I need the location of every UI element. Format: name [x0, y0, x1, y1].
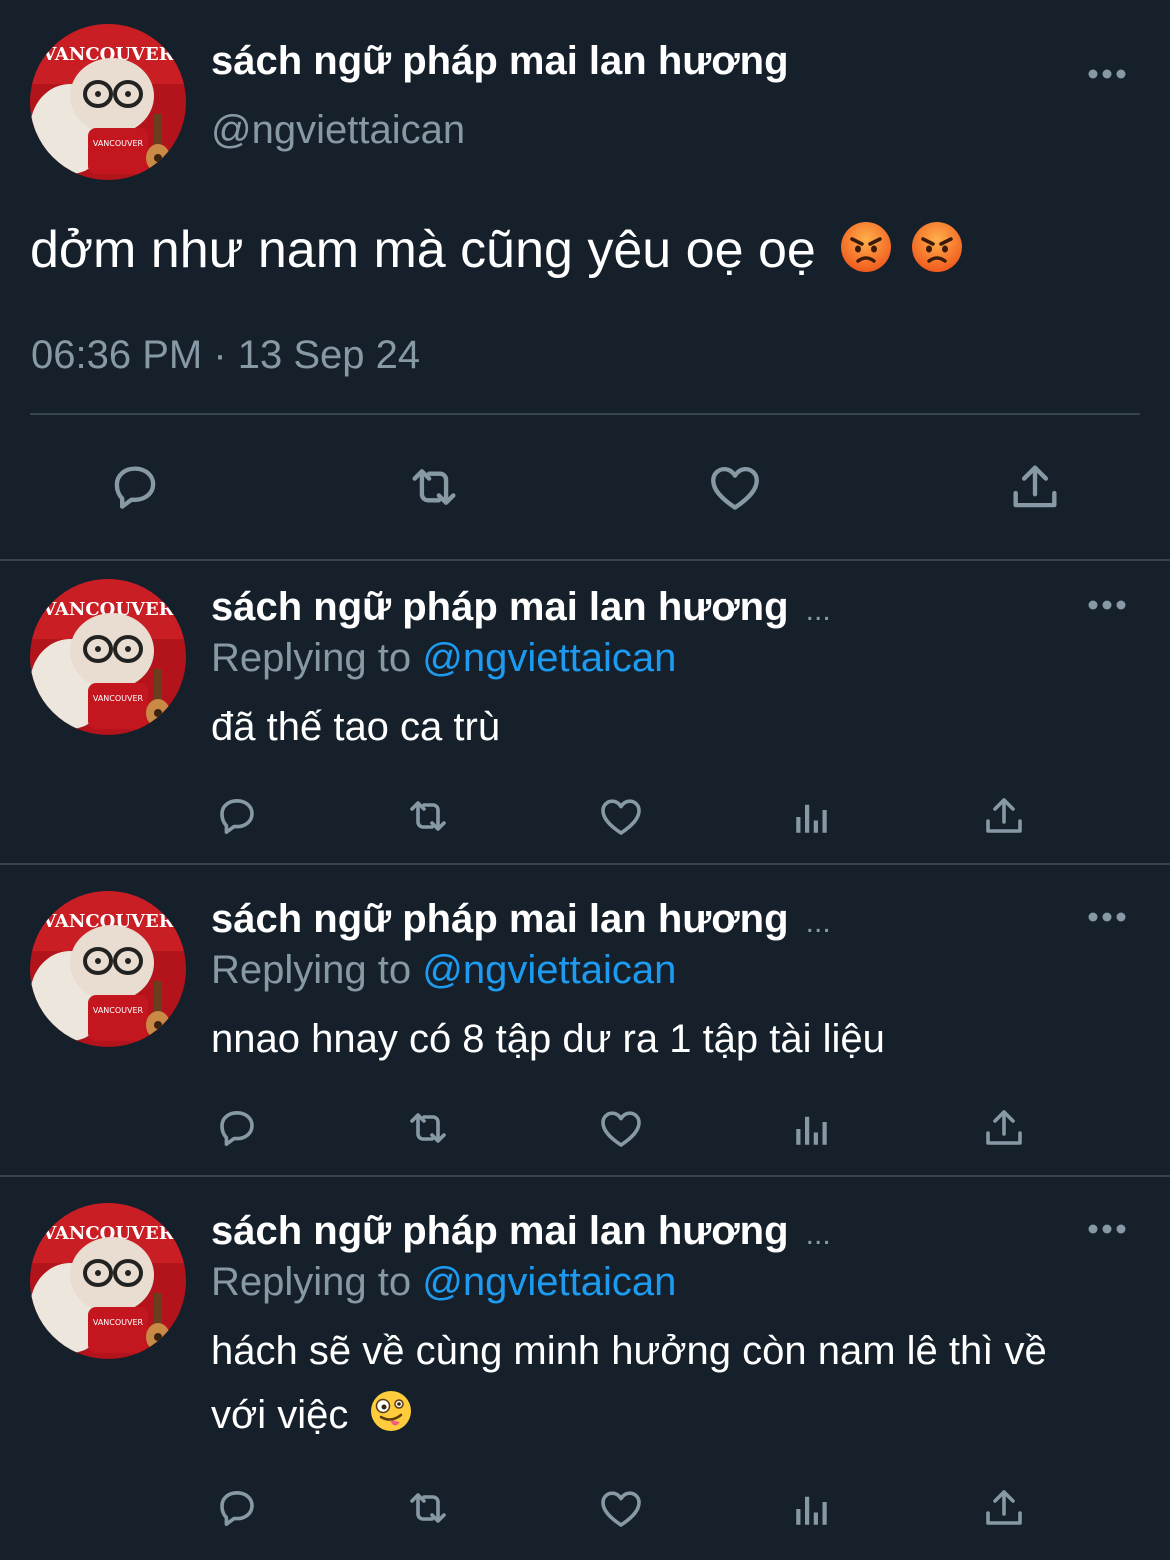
share-icon[interactable] — [980, 1104, 1028, 1152]
reply-icon[interactable] — [213, 1104, 261, 1152]
svg-text:VANCOUVER: VANCOUVER — [93, 694, 144, 703]
svg-text:VANCOUVER: VANCOUVER — [93, 1318, 144, 1327]
svg-text:VANCOUVER: VANCOUVER — [93, 1006, 144, 1015]
retweet-icon[interactable] — [400, 1484, 456, 1532]
replying-to: Replying to @ngviettaican — [211, 1258, 676, 1306]
avatar[interactable]: VANCOUVER VANCOUVER — [30, 24, 186, 180]
more-options-icon[interactable] — [1087, 911, 1127, 923]
display-name[interactable]: sách ngữ pháp mai lan hương — [211, 1209, 789, 1253]
replying-to-handle[interactable]: @ngviettaican — [422, 636, 676, 680]
reply-text-line: với việc — [211, 1390, 412, 1444]
replying-to: Replying to @ngviettaican — [211, 634, 676, 682]
like-icon[interactable] — [596, 1484, 646, 1532]
reply-header: sách ngữ pháp mai lan hương ... — [211, 896, 831, 946]
divider — [0, 863, 1170, 865]
like-icon[interactable] — [596, 792, 646, 840]
analytics-icon[interactable] — [791, 1108, 833, 1150]
retweet-icon[interactable] — [400, 792, 456, 840]
svg-text:VANCOUVER: VANCOUVER — [93, 139, 144, 148]
display-name[interactable]: sách ngữ pháp mai lan hương — [211, 38, 789, 84]
reply-text: đã thế tao ca trù — [211, 705, 501, 749]
more-options-icon[interactable] — [1087, 68, 1127, 80]
avatar-image: VANCOUVER VANCOUVER — [30, 1203, 186, 1359]
replying-to-handle[interactable]: @ngviettaican — [422, 1260, 676, 1304]
reply-icon[interactable] — [213, 792, 261, 840]
replying-to-label: Replying to — [211, 636, 412, 680]
name-truncation: ... — [805, 906, 831, 939]
analytics-icon[interactable] — [791, 1488, 833, 1530]
like-icon[interactable] — [596, 1104, 646, 1152]
more-options-icon[interactable] — [1087, 1223, 1127, 1235]
reply-text-line: hách sẽ về cùng minh hưởng còn nam lê th… — [211, 1329, 1047, 1373]
reply-header: sách ngữ pháp mai lan hương ... — [211, 1208, 831, 1258]
avatar-image: VANCOUVER VANCOUVER — [30, 24, 186, 180]
divider — [30, 413, 1140, 415]
name-truncation: ... — [805, 594, 831, 627]
reply-icon[interactable] — [106, 458, 164, 516]
divider — [0, 1175, 1170, 1177]
replying-to: Replying to @ngviettaican — [211, 946, 676, 994]
divider — [0, 559, 1170, 561]
handle[interactable]: @ngviettaican — [211, 106, 465, 154]
retweet-icon[interactable] — [400, 1104, 456, 1152]
share-icon[interactable] — [980, 1484, 1028, 1532]
timestamp[interactable]: 06:36 PM · 13 Sep 24 — [31, 332, 420, 378]
zany-face-icon — [370, 1390, 412, 1444]
tweet-text: dởm như nam mà cũng yêu oẹ oẹ — [30, 220, 963, 286]
reply-text: nnao hnay có 8 tập dư ra 1 tập tài liệu — [211, 1017, 885, 1061]
name-truncation: ... — [805, 1218, 831, 1251]
avatar-image: VANCOUVER VANCOUVER — [30, 891, 186, 1047]
avatar[interactable]: VANCOUVER VANCOUVER — [30, 579, 186, 735]
display-name[interactable]: sách ngữ pháp mai lan hương — [211, 585, 789, 629]
replying-to-handle[interactable]: @ngviettaican — [422, 948, 676, 992]
angry-face-icon — [911, 221, 963, 286]
avatar[interactable]: VANCOUVER VANCOUVER — [30, 1203, 186, 1359]
retweet-icon[interactable] — [402, 458, 466, 516]
reply-icon[interactable] — [213, 1484, 261, 1532]
more-options-icon[interactable] — [1087, 599, 1127, 611]
analytics-icon[interactable] — [791, 796, 833, 838]
tweet-text-content: dởm như nam mà cũng yêu oẹ oẹ — [30, 221, 816, 279]
reply-text-line-content: với việc — [211, 1393, 349, 1437]
display-name[interactable]: sách ngữ pháp mai lan hương — [211, 897, 789, 941]
avatar-image: VANCOUVER VANCOUVER — [30, 579, 186, 735]
reply-header: sách ngữ pháp mai lan hương ... — [211, 584, 831, 634]
angry-face-icon — [840, 221, 892, 286]
replying-to-label: Replying to — [211, 1260, 412, 1304]
avatar[interactable]: VANCOUVER VANCOUVER — [30, 891, 186, 1047]
like-icon[interactable] — [705, 458, 765, 516]
replying-to-label: Replying to — [211, 948, 412, 992]
share-icon[interactable] — [980, 792, 1028, 840]
share-icon[interactable] — [1006, 458, 1064, 516]
